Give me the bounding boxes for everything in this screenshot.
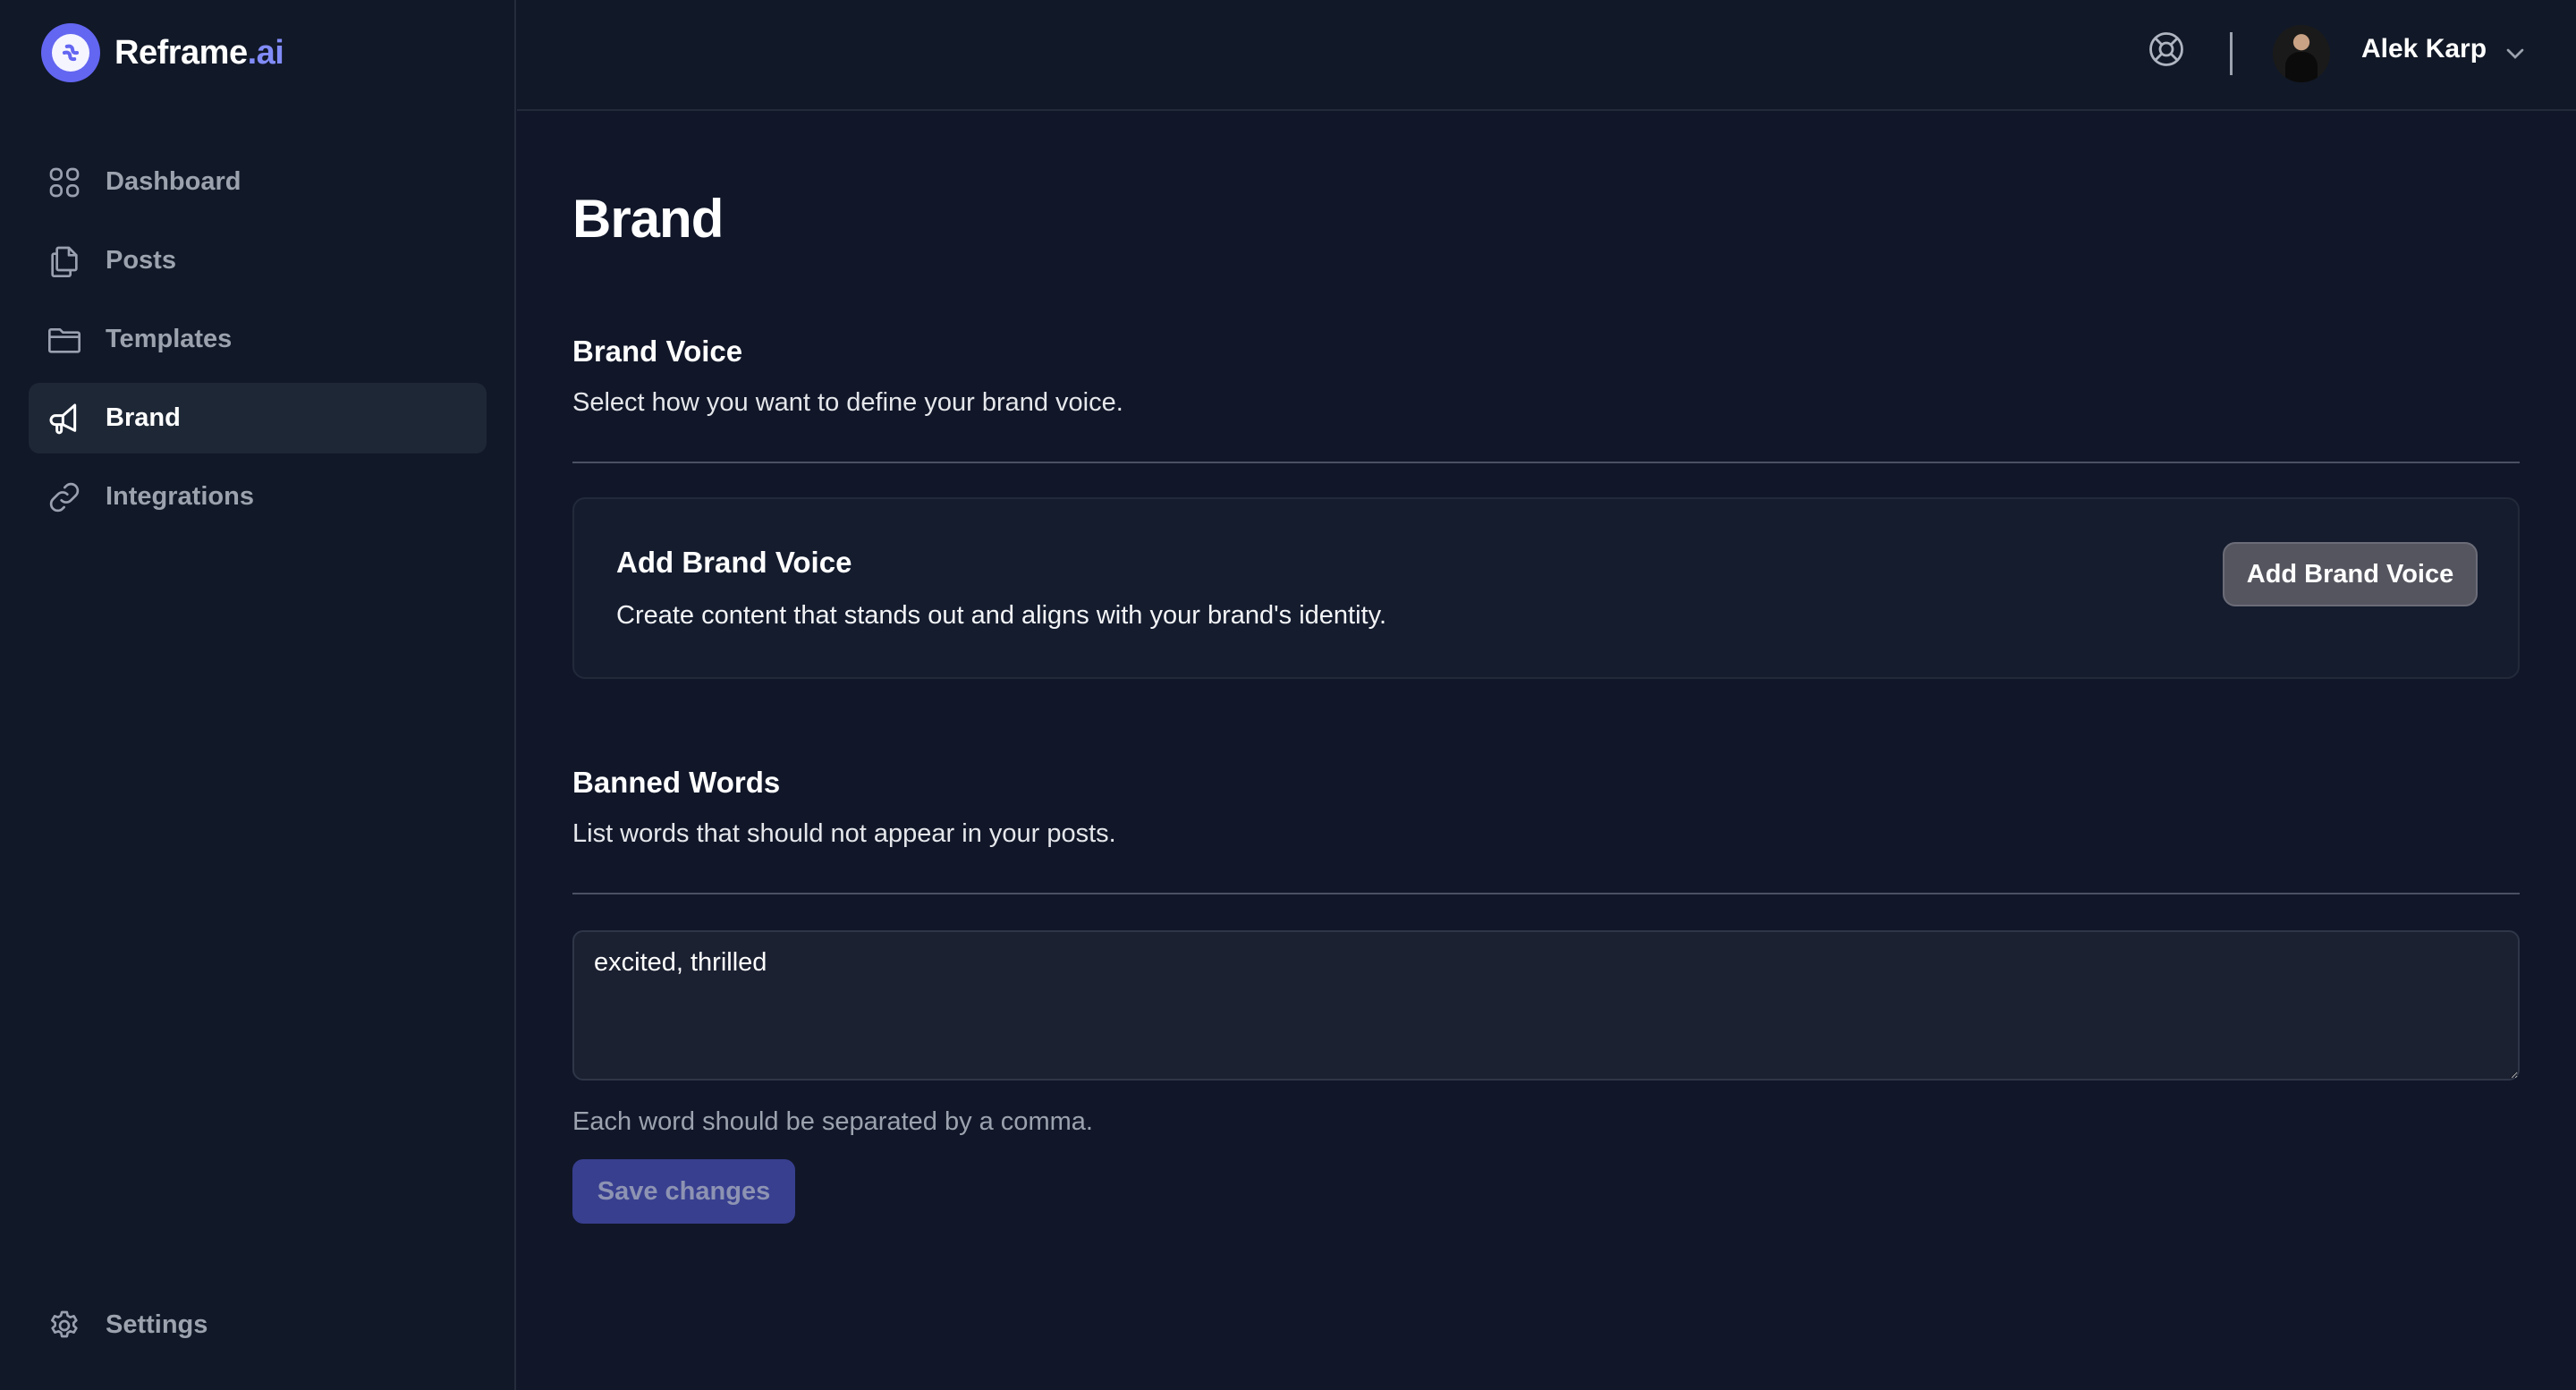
banned-words-description: List words that should not appear in you… [572, 819, 1116, 848]
add-brand-voice-card: Add Brand Voice Create content that stan… [572, 497, 2520, 679]
sidebar-item-label: Integrations [106, 482, 254, 511]
documents-icon [45, 242, 84, 281]
help-button[interactable] [2147, 30, 2186, 70]
logo-icon [41, 23, 100, 82]
page-title: Brand [572, 189, 724, 249]
sidebar-item-posts[interactable]: Posts [29, 225, 487, 296]
avatar[interactable] [2273, 25, 2330, 82]
app-logo[interactable]: Reframe.ai [41, 23, 284, 82]
megaphone-icon [45, 399, 84, 438]
user-name[interactable]: Alek Karp [2361, 34, 2487, 64]
sidebar-item-dashboard[interactable]: Dashboard [29, 147, 487, 217]
lifebuoy-icon [2148, 30, 2185, 71]
section-divider [572, 462, 2520, 463]
sidebar-item-label: Templates [106, 325, 233, 353]
brand-voice-title: Brand Voice [572, 335, 743, 368]
sidebar: Reframe.ai Dashboard Posts Templates Bra… [0, 0, 516, 1390]
sidebar-item-brand[interactable]: Brand [29, 383, 487, 453]
banned-words-help-text: Each word should be separated by a comma… [572, 1107, 1093, 1136]
banned-words-title: Banned Words [572, 766, 781, 799]
add-brand-voice-button[interactable]: Add Brand Voice [2223, 542, 2478, 606]
logo-text: Reframe.ai [114, 33, 284, 72]
folder-icon [45, 320, 84, 360]
sidebar-nav: Dashboard Posts Templates Brand Integrat… [29, 147, 487, 540]
sidebar-item-label: Posts [106, 246, 176, 275]
card-description: Create content that stands out and align… [616, 601, 1387, 630]
banned-words-input[interactable] [572, 930, 2520, 1081]
header-divider [2230, 32, 2233, 75]
save-changes-button[interactable]: Save changes [572, 1159, 795, 1224]
grid-icon [45, 163, 84, 202]
gear-icon [45, 1306, 84, 1345]
section-divider [572, 893, 2520, 894]
sidebar-item-label: Brand [106, 403, 181, 432]
sidebar-item-label: Dashboard [106, 167, 242, 196]
sidebar-settings: Settings [29, 1290, 487, 1369]
top-header [517, 0, 2576, 111]
brand-voice-description: Select how you want to define your brand… [572, 388, 1123, 417]
sidebar-item-settings[interactable]: Settings [29, 1290, 487, 1360]
sidebar-item-templates[interactable]: Templates [29, 304, 487, 375]
card-title: Add Brand Voice [616, 546, 852, 579]
chevron-down-icon[interactable] [2501, 39, 2529, 68]
link-icon [45, 478, 84, 517]
sidebar-item-integrations[interactable]: Integrations [29, 462, 487, 532]
sidebar-item-label: Settings [106, 1310, 208, 1339]
